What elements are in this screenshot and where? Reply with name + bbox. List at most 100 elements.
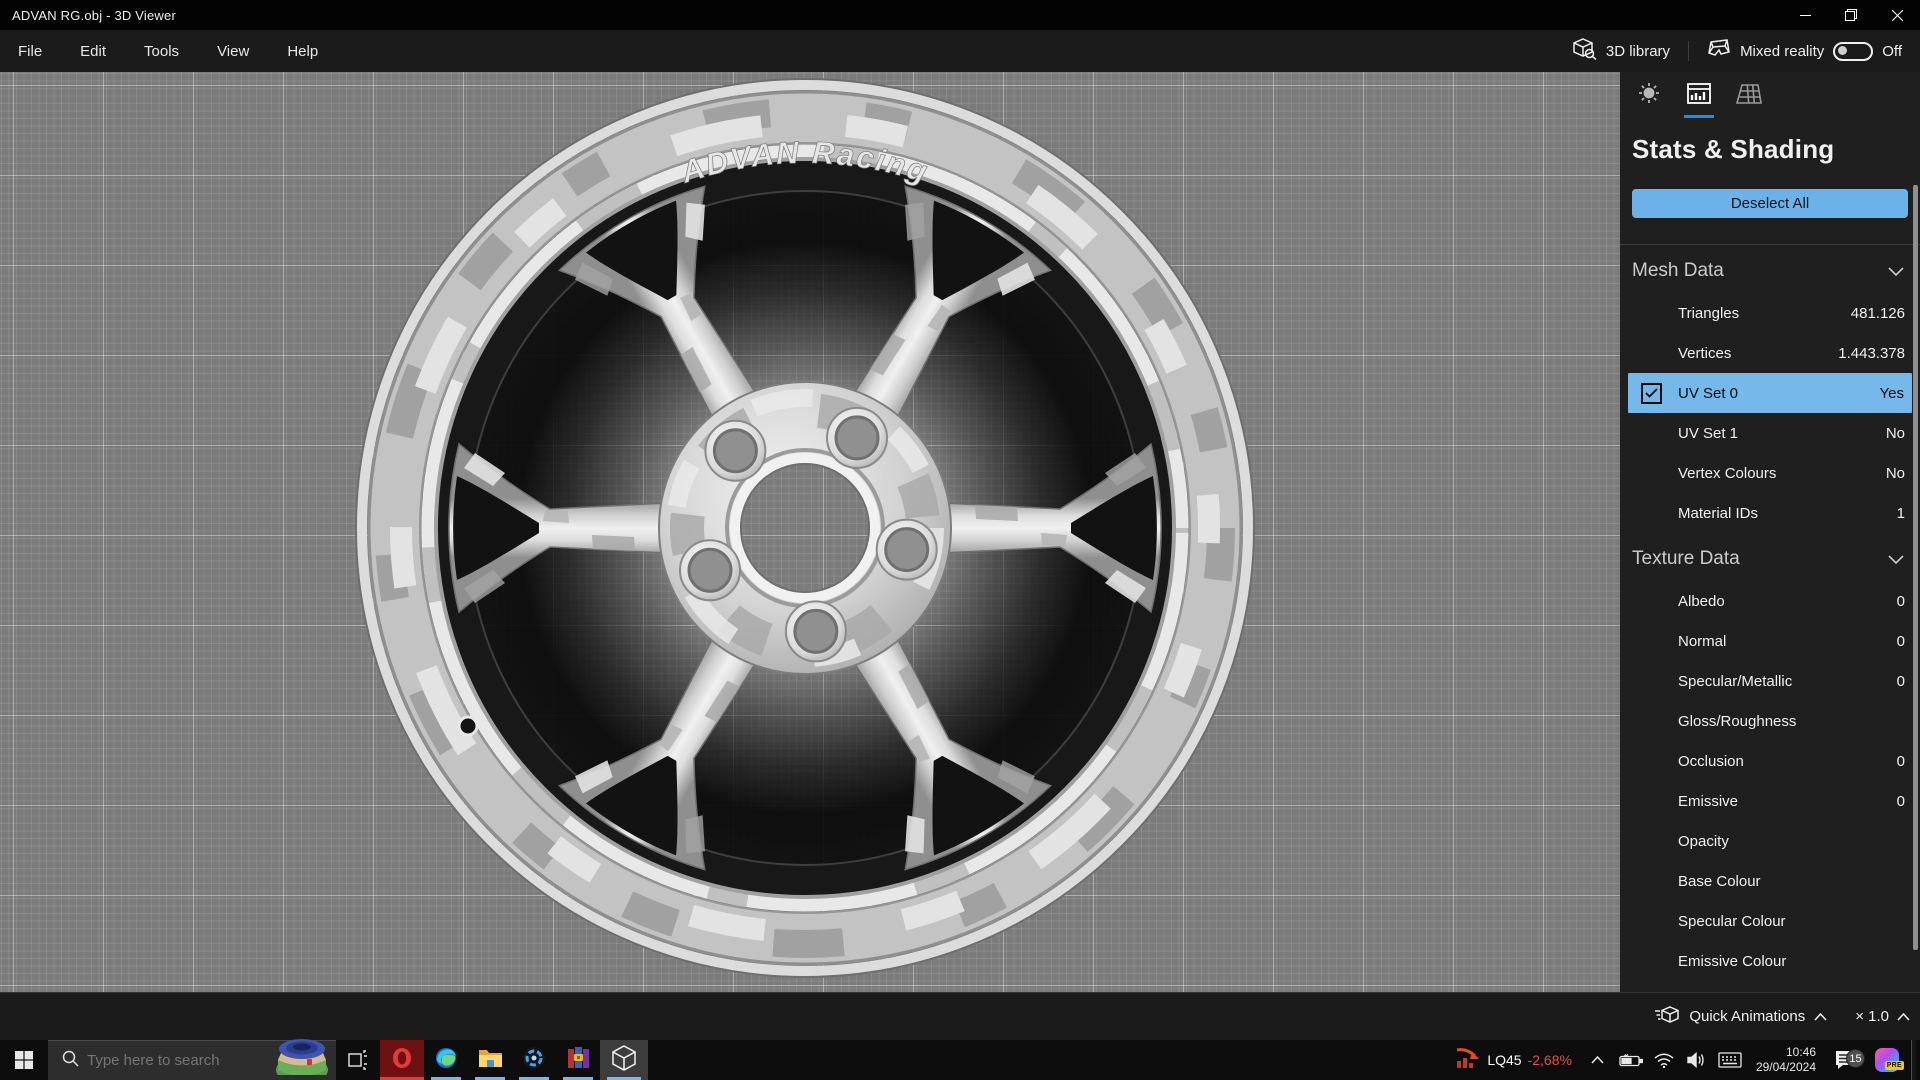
panel-scrollbar[interactable] bbox=[1913, 185, 1918, 950]
stats-icon bbox=[1687, 83, 1711, 109]
sun-icon bbox=[1638, 82, 1660, 109]
show-desktop-button[interactable] bbox=[1911, 1040, 1916, 1080]
mesh-data-header[interactable]: Mesh Data bbox=[1620, 249, 1920, 293]
taskbar-app-opera[interactable] bbox=[380, 1040, 424, 1080]
row-uv-set-0[interactable]: UV Set 0 Yes bbox=[1628, 373, 1912, 413]
start-button[interactable] bbox=[0, 1040, 48, 1080]
row-value: 1 bbox=[1896, 504, 1905, 522]
chevron-down-icon bbox=[1888, 548, 1904, 570]
row-specular-metallic[interactable]: Specular/Metallic 0 bbox=[1620, 661, 1920, 701]
row-vertices[interactable]: Vertices 1.443.378 bbox=[1620, 333, 1920, 373]
taskbar-search[interactable] bbox=[48, 1039, 336, 1080]
wheel-model[interactable]: ADVAN Racing bbox=[0, 72, 1620, 992]
mixed-reality-label: Mixed reality bbox=[1740, 42, 1825, 60]
volume-icon[interactable] bbox=[1684, 1052, 1710, 1068]
row-triangles[interactable]: Triangles 481.126 bbox=[1620, 293, 1920, 333]
row-label: Vertices bbox=[1678, 344, 1732, 362]
tab-stats[interactable] bbox=[1684, 83, 1714, 120]
row-uv-set-1[interactable]: UV Set 1 No bbox=[1620, 413, 1920, 453]
3d-viewport[interactable]: ADVAN Racing bbox=[0, 72, 1620, 992]
row-value: 0 bbox=[1896, 592, 1905, 610]
minimize-button[interactable] bbox=[1782, 0, 1828, 30]
row-gloss-roughness[interactable]: Gloss/Roughness bbox=[1620, 701, 1920, 741]
taskbar-app-edge[interactable] bbox=[424, 1040, 468, 1080]
row-emissive-colour[interactable]: Emissive Colour bbox=[1620, 941, 1920, 981]
stats-shading-panel: Stats & Shading Deselect All Mesh Data T… bbox=[1620, 72, 1920, 992]
search-3d-model-thumbnail bbox=[264, 1036, 336, 1080]
wifi-icon[interactable] bbox=[1651, 1053, 1677, 1068]
texture-data-title: Texture Data bbox=[1632, 548, 1740, 569]
title-bar: ADVAN RG.obj - 3D Viewer bbox=[0, 0, 1920, 30]
row-albedo[interactable]: Albedo 0 bbox=[1620, 581, 1920, 621]
close-button[interactable] bbox=[1874, 0, 1920, 30]
row-material-ids[interactable]: Material IDs 1 bbox=[1620, 493, 1920, 533]
winrar-icon bbox=[567, 1046, 590, 1074]
stock-symbol: LQ45 bbox=[1487, 1052, 1522, 1068]
row-label: Occlusion bbox=[1678, 752, 1744, 770]
row-value: 0 bbox=[1896, 632, 1905, 650]
notification-count-badge: 15 bbox=[1846, 1049, 1865, 1068]
search-input[interactable] bbox=[87, 1052, 257, 1069]
menu-edit[interactable]: Edit bbox=[66, 43, 120, 60]
folder-icon bbox=[478, 1047, 503, 1073]
3d-library-label: 3D library bbox=[1605, 42, 1671, 60]
row-label: Emissive Colour bbox=[1678, 952, 1787, 970]
row-label: Triangles bbox=[1678, 304, 1740, 322]
row-vertex-colours[interactable]: Vertex Colours No bbox=[1620, 453, 1920, 493]
taskbar: LQ45 -2,68% 10:46 bbox=[0, 1039, 1920, 1080]
task-view-button[interactable] bbox=[336, 1040, 380, 1080]
row-label: Gloss/Roughness bbox=[1678, 712, 1797, 730]
mixed-reality-button[interactable]: Mixed reality Off bbox=[1699, 39, 1910, 63]
row-label: Albedo bbox=[1678, 592, 1725, 610]
task-view-icon bbox=[348, 1050, 367, 1070]
taskbar-app-3d-viewer[interactable] bbox=[600, 1040, 648, 1080]
tab-environment[interactable] bbox=[1634, 82, 1664, 120]
row-value: 0 bbox=[1896, 792, 1905, 810]
row-emissive[interactable]: Emissive 0 bbox=[1620, 781, 1920, 821]
restore-button[interactable] bbox=[1828, 0, 1874, 30]
deselect-all-button[interactable]: Deselect All bbox=[1632, 189, 1908, 218]
row-label: Material IDs bbox=[1678, 504, 1759, 522]
menu-file[interactable]: File bbox=[4, 43, 56, 60]
animation-speed-control[interactable]: × 1.0 bbox=[1855, 1008, 1910, 1025]
touch-keyboard-icon[interactable] bbox=[1717, 1052, 1743, 1068]
3d-library-button[interactable]: 3D library bbox=[1565, 38, 1678, 64]
quick-animations-button[interactable]: Quick Animations bbox=[1654, 1005, 1827, 1029]
row-label: Specular Colour bbox=[1678, 912, 1786, 930]
3d-library-icon bbox=[1573, 38, 1597, 64]
quick-animations-label: Quick Animations bbox=[1689, 1008, 1806, 1025]
speed-value: × 1.0 bbox=[1855, 1008, 1889, 1025]
chevron-up-icon bbox=[1814, 1008, 1827, 1025]
stock-change: -2,68% bbox=[1527, 1052, 1572, 1068]
notification-center-button[interactable]: 15 bbox=[1829, 1049, 1865, 1070]
search-icon bbox=[62, 1050, 79, 1072]
row-base-colour[interactable]: Base Colour bbox=[1620, 861, 1920, 901]
row-specular-colour[interactable]: Specular Colour bbox=[1620, 901, 1920, 941]
texture-data-header[interactable]: Texture Data bbox=[1620, 537, 1920, 581]
divider bbox=[1620, 244, 1920, 245]
taskbar-app-file-explorer[interactable] bbox=[468, 1040, 512, 1080]
grid-icon bbox=[1735, 84, 1762, 109]
valve-stem bbox=[457, 715, 479, 737]
row-value: 0 bbox=[1896, 752, 1905, 770]
stock-widget[interactable]: LQ45 -2,68% bbox=[1449, 1047, 1578, 1074]
menu-help[interactable]: Help bbox=[273, 43, 332, 60]
battery-icon[interactable] bbox=[1618, 1053, 1644, 1067]
menu-tools[interactable]: Tools bbox=[130, 43, 193, 60]
mixed-reality-toggle[interactable] bbox=[1833, 41, 1874, 61]
row-normal[interactable]: Normal 0 bbox=[1620, 621, 1920, 661]
taskbar-app-aperture[interactable] bbox=[512, 1040, 556, 1080]
opera-icon bbox=[390, 1046, 414, 1075]
row-occlusion[interactable]: Occlusion 0 bbox=[1620, 741, 1920, 781]
copilot-button[interactable]: PRE bbox=[1870, 1048, 1904, 1072]
hidden-icons-chevron[interactable] bbox=[1585, 1056, 1611, 1064]
row-opacity[interactable]: Opacity bbox=[1620, 821, 1920, 861]
copilot-pre-badge: PRE bbox=[1884, 1061, 1904, 1070]
menu-view[interactable]: View bbox=[203, 43, 263, 60]
row-label: UV Set 0 bbox=[1678, 384, 1739, 402]
tab-grid[interactable] bbox=[1734, 84, 1764, 120]
aperture-icon bbox=[522, 1046, 546, 1075]
taskbar-clock[interactable]: 10:46 29/04/2024 bbox=[1750, 1045, 1822, 1075]
checkbox-checked-icon[interactable] bbox=[1641, 382, 1662, 404]
taskbar-app-winrar[interactable] bbox=[556, 1040, 600, 1080]
